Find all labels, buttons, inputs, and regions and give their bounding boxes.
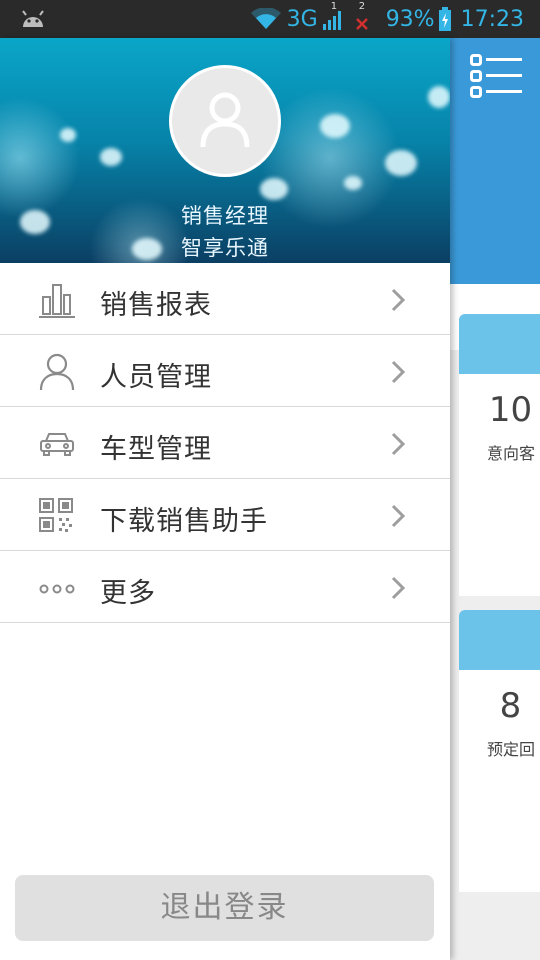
stat-card-value: 8 <box>499 686 522 726</box>
chevron-right-icon <box>390 575 406 605</box>
avatar[interactable] <box>169 65 281 177</box>
stat-card-header <box>459 314 540 374</box>
status-bar: 3G 1 2 93% 17:23 <box>0 0 540 38</box>
person-icon <box>38 353 76 391</box>
main-header <box>450 38 540 284</box>
stat-card[interactable]: 10 意向客 <box>459 314 540 596</box>
stat-card-label: 预定回 <box>487 740 536 759</box>
bokeh-light <box>100 148 122 166</box>
drawer-header: 销售经理 智享乐通 <box>0 38 450 263</box>
chevron-right-icon <box>390 431 406 461</box>
bokeh-light <box>428 86 450 108</box>
stat-card-header <box>459 610 540 670</box>
bokeh-light <box>260 178 288 200</box>
sim-1-indicator: 1 <box>330 1 338 12</box>
stat-card[interactable]: 8 预定回 <box>459 610 540 892</box>
stat-card-label: 意向客 <box>487 444 536 463</box>
menu-item-label: 更多 <box>100 578 156 609</box>
more-icon <box>38 569 76 607</box>
menu-item-download-assistant[interactable]: 下载销售助手 <box>0 479 450 551</box>
network-type: 3G <box>286 6 318 32</box>
wifi-icon <box>250 8 281 30</box>
battery-charging-icon <box>438 7 451 31</box>
menu-item-label: 销售报表 <box>100 290 212 321</box>
qr-code-icon <box>38 497 76 535</box>
app-name: 智享乐通 <box>181 236 269 260</box>
chevron-right-icon <box>390 503 406 533</box>
menu-item-car-models[interactable]: 车型管理 <box>0 407 450 479</box>
sim-2-indicator: 2 <box>358 1 366 12</box>
user-role: 销售经理 <box>181 204 269 228</box>
chevron-right-icon <box>390 359 406 389</box>
drawer-menu: 销售报表 人员管理 车型管理 下载销售助手 更多 <box>0 263 450 623</box>
no-signal-icon: 2 <box>354 1 370 31</box>
chevron-right-icon <box>390 287 406 317</box>
menu-item-personnel[interactable]: 人员管理 <box>0 335 450 407</box>
list-menu-icon[interactable] <box>470 54 524 102</box>
bokeh-light <box>60 128 76 142</box>
person-icon <box>200 92 250 148</box>
menu-item-sales-report[interactable]: 销售报表 <box>0 263 450 335</box>
logout-button[interactable]: 退出登录 <box>15 875 434 941</box>
menu-item-label: 人员管理 <box>100 362 212 393</box>
menu-item-more[interactable]: 更多 <box>0 551 450 623</box>
bokeh-light <box>385 150 417 176</box>
signal-icon: 1 <box>322 1 344 31</box>
stat-card-value: 10 <box>488 390 533 430</box>
android-icon <box>20 9 46 33</box>
menu-item-label: 车型管理 <box>100 434 212 465</box>
bokeh-light <box>320 114 350 138</box>
car-icon <box>38 425 76 463</box>
battery-percent: 93% <box>385 6 435 32</box>
bar-chart-icon <box>38 281 76 319</box>
clock: 17:23 <box>460 6 524 32</box>
menu-item-label: 下载销售助手 <box>100 506 268 537</box>
bokeh-light <box>344 176 362 190</box>
navigation-drawer: 销售经理 智享乐通 销售报表 人员管理 车型管理 下载销售助手 更多 退出登录 <box>0 38 450 960</box>
